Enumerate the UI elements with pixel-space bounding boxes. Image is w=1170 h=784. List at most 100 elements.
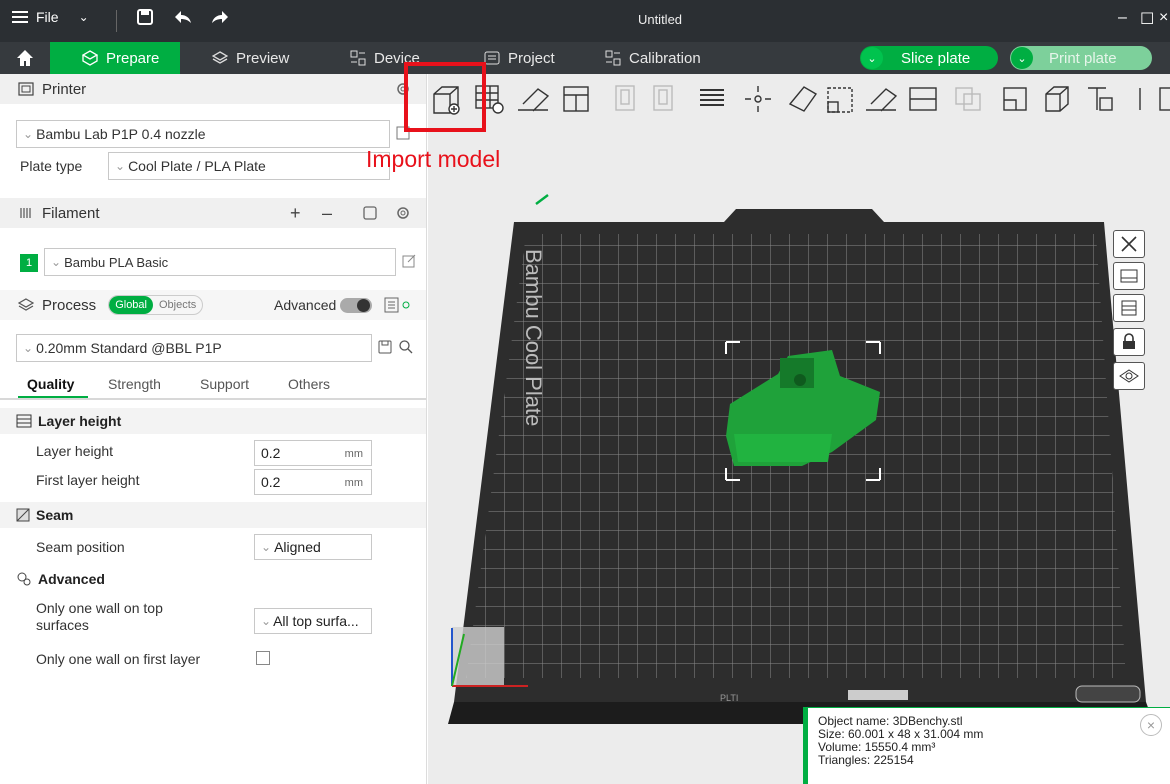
save-icon[interactable] bbox=[378, 340, 392, 354]
global-objects-toggle[interactable]: Global Objects bbox=[108, 295, 204, 315]
advanced-gears-icon bbox=[17, 572, 31, 586]
chevron-down-icon: ⌄ bbox=[261, 614, 272, 628]
orient-button[interactable] bbox=[1113, 262, 1145, 290]
one-wall-top-select[interactable]: ⌄ All top surfa... bbox=[254, 608, 372, 634]
first-layer-height-label: First layer height bbox=[36, 472, 140, 488]
eye-icon bbox=[1119, 369, 1139, 383]
import-model-annotation: Import model bbox=[366, 146, 501, 172]
object-info-panel: Object name: 3DBenchy.stl Size: 60.001 x… bbox=[803, 707, 1170, 784]
filament-select-value: Bambu PLA Basic bbox=[64, 254, 169, 270]
tab-support[interactable]: Support bbox=[200, 376, 249, 392]
tab-others[interactable]: Others bbox=[288, 376, 330, 392]
project-icon bbox=[484, 51, 500, 65]
close-icon: × bbox=[1146, 717, 1156, 733]
process-compare-icon[interactable] bbox=[384, 297, 412, 313]
layers-icon bbox=[18, 298, 34, 311]
tab-calibration[interactable]: Calibration bbox=[605, 42, 701, 74]
tab-prepare[interactable]: Prepare bbox=[50, 42, 180, 74]
remove-filament-button[interactable]: – bbox=[322, 203, 332, 224]
layer-height-input[interactable]: 0.2 mm bbox=[254, 440, 372, 466]
filament-select[interactable]: ⌄ Bambu PLA Basic bbox=[44, 248, 396, 276]
advanced-label: Advanced bbox=[274, 297, 337, 313]
chevron-down-icon[interactable]: ⌄ bbox=[861, 47, 883, 69]
import-model-highlight bbox=[404, 62, 486, 132]
arrange-side-button[interactable] bbox=[1113, 294, 1145, 322]
process-preset-value: 0.20mm Standard @BBL P1P bbox=[36, 340, 222, 356]
plate-type-value: Cool Plate / PLA Plate bbox=[128, 158, 266, 174]
gear-icon[interactable] bbox=[395, 205, 411, 221]
printer-icon bbox=[18, 82, 34, 96]
layer-height-group-header: Layer height bbox=[0, 408, 426, 434]
slice-plate-button[interactable]: ⌄ Slice plate bbox=[860, 46, 998, 70]
close-window-button[interactable]: × bbox=[1159, 9, 1168, 27]
slice-plate-label: Slice plate bbox=[901, 49, 971, 67]
close-icon: × bbox=[1159, 9, 1169, 26]
first-layer-height-input[interactable]: 0.2 mm bbox=[254, 469, 372, 495]
seam-group-label: Seam bbox=[36, 507, 74, 523]
advanced-switch[interactable] bbox=[340, 298, 372, 313]
filament-icon bbox=[20, 208, 31, 218]
close-info-button[interactable]: × bbox=[1140, 714, 1162, 736]
printer-select[interactable]: ⌄ Bambu Lab P1P 0.4 nozzle bbox=[16, 120, 390, 148]
title-bar: File ⌄ Untitled – ☐ × bbox=[0, 0, 1170, 42]
tab-preview[interactable]: Preview bbox=[212, 42, 289, 74]
process-section-label: Process bbox=[42, 296, 97, 314]
tab-quality[interactable]: Quality bbox=[27, 376, 74, 392]
filament-sync-icon[interactable] bbox=[362, 205, 378, 221]
layer-height-label: Layer height bbox=[36, 443, 114, 459]
toggle-global[interactable]: Global bbox=[109, 296, 153, 314]
filament-slot-number: 1 bbox=[20, 254, 38, 272]
tab-strength[interactable]: Strength bbox=[108, 376, 161, 392]
build-plate: Bambu Cool Plate PLTI bbox=[448, 194, 1154, 724]
maximize-button[interactable]: ☐ bbox=[1140, 9, 1154, 29]
chevron-down-icon: ⌄ bbox=[115, 159, 126, 173]
one-wall-top-value: All top surfa... bbox=[273, 613, 359, 629]
chevron-down-icon[interactable]: ⌄ bbox=[1011, 47, 1033, 69]
search-icon[interactable] bbox=[398, 339, 414, 355]
add-filament-button[interactable]: + bbox=[290, 203, 301, 224]
lock-button[interactable] bbox=[1113, 328, 1145, 356]
chevron-down-icon: ⌄ bbox=[51, 255, 62, 269]
seam-position-label: Seam position bbox=[36, 539, 125, 555]
advanced-group-label: Advanced bbox=[38, 571, 105, 587]
seam-group-header: Seam bbox=[0, 502, 426, 528]
plate-type-label: Plate type bbox=[20, 158, 83, 174]
chevron-down-icon: ⌄ bbox=[23, 127, 34, 141]
seam-position-select[interactable]: ⌄ Aligned bbox=[254, 534, 372, 560]
plate-type-select[interactable]: ⌄ Cool Plate / PLA Plate bbox=[108, 152, 390, 180]
one-wall-top-label: Only one wall on top surfaces bbox=[36, 600, 163, 634]
first-layer-height-unit: mm bbox=[344, 477, 363, 489]
print-plate-label: Print plate bbox=[1049, 49, 1117, 67]
one-wall-first-checkbox[interactable] bbox=[256, 651, 270, 665]
plate-bottom-text: PLTI bbox=[720, 693, 738, 703]
home-button[interactable] bbox=[0, 42, 50, 74]
toggle-objects[interactable]: Objects bbox=[153, 296, 202, 314]
advanced-group-header: Advanced bbox=[0, 566, 426, 592]
calibration-icon bbox=[605, 50, 621, 66]
view-button[interactable] bbox=[1113, 362, 1145, 390]
tab-calibration-label: Calibration bbox=[629, 49, 701, 67]
arrange-icon bbox=[1121, 300, 1137, 316]
3d-viewport[interactable]: Bambu Cool Plate PLTI bbox=[428, 74, 1170, 784]
tab-prepare-label: Prepare bbox=[106, 49, 160, 67]
process-tab-bar: Quality Strength Support Others bbox=[0, 372, 426, 400]
filament-section-label: Filament bbox=[42, 204, 100, 222]
chevron-down-icon: ⌄ bbox=[261, 540, 272, 554]
tab-project-label: Project bbox=[508, 49, 555, 67]
one-wall-top-label-line1: Only one wall on top bbox=[36, 600, 163, 616]
print-plate-button[interactable]: ⌄ Print plate bbox=[1010, 46, 1152, 70]
edit-icon[interactable] bbox=[402, 254, 416, 268]
home-icon bbox=[17, 50, 33, 66]
delete-object-button[interactable] bbox=[1113, 230, 1145, 258]
minimize-button[interactable]: – bbox=[1118, 9, 1127, 27]
object-triangles: Triangles: 225154 bbox=[818, 753, 914, 767]
tab-project[interactable]: Project bbox=[484, 42, 555, 74]
maximize-icon: ☐ bbox=[1140, 11, 1155, 28]
layer-height-group-label: Layer height bbox=[38, 413, 122, 429]
pencil-edit-icon[interactable] bbox=[535, 194, 549, 205]
minimize-icon: – bbox=[1118, 9, 1127, 26]
window-title: Untitled bbox=[637, 12, 683, 27]
process-preset-select[interactable]: ⌄ 0.20mm Standard @BBL P1P bbox=[16, 334, 372, 362]
chevron-down-icon: ⌄ bbox=[23, 341, 34, 355]
layer-height-icon bbox=[16, 414, 32, 428]
